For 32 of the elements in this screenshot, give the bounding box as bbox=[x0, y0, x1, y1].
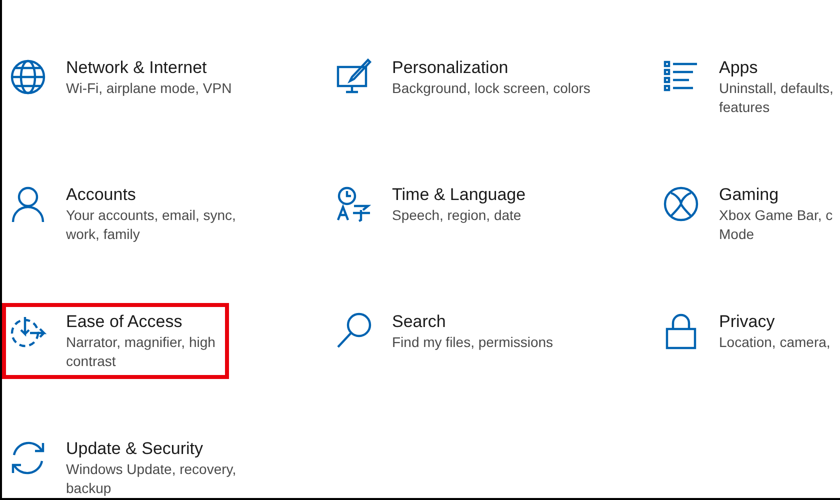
tile-title: Accounts bbox=[66, 184, 137, 206]
tile-description: Background, lock screen, colors bbox=[392, 79, 590, 98]
globe-icon bbox=[8, 57, 48, 97]
tile-title: Search bbox=[392, 311, 447, 333]
tile-description: Your accounts, email, sync, work, family bbox=[66, 206, 236, 244]
settings-tile[interactable]: Apps Uninstall, defaults, features bbox=[655, 49, 840, 125]
tile-description: Wi-Fi, airplane mode, VPN bbox=[66, 79, 232, 98]
settings-tile[interactable]: Network & Internet Wi-Fi, airplane mode, VPN bbox=[2, 49, 246, 106]
tile-description: Uninstall, defaults, features bbox=[719, 79, 834, 117]
tile-description: Xbox Game Bar, c Mode bbox=[719, 206, 833, 244]
tile-description: Narrator, magnifier, high contrast bbox=[66, 333, 216, 371]
tile-title: Ease of Access bbox=[66, 311, 184, 333]
settings-tile[interactable]: Time & Language Speech, region, date bbox=[328, 176, 540, 233]
settings-tile[interactable]: Gaming Xbox Game Bar, c Mode bbox=[655, 176, 840, 252]
tile-description: Location, camera, bbox=[719, 333, 830, 352]
tile-title: Personalization bbox=[392, 57, 510, 79]
settings-tile[interactable]: Search Find my files, permissions bbox=[328, 303, 568, 360]
tile-description: Windows Update, recovery, backup bbox=[66, 460, 236, 498]
tile-title: Apps bbox=[719, 57, 759, 79]
tile-description: Find my files, permissions bbox=[392, 333, 554, 352]
circle-x-icon bbox=[661, 184, 701, 224]
tile-title: Update & Security bbox=[66, 438, 204, 460]
settings-tile[interactable]: Personalization Background, lock screen, colors bbox=[328, 49, 604, 106]
tile-description: Speech, region, date bbox=[392, 206, 522, 225]
tile-title: Time & Language bbox=[392, 184, 526, 206]
tile-title: Network & Internet bbox=[66, 57, 208, 79]
settings-tile[interactable]: Update & Security Windows Update, recovery, backup bbox=[2, 430, 250, 498]
settings-tile[interactable]: Privacy Location, camera, bbox=[655, 303, 840, 360]
tile-title: Privacy bbox=[719, 311, 776, 333]
settings-tile[interactable]: Accounts Your accounts, email, sync, work, family bbox=[2, 176, 250, 252]
settings-tile[interactable]: Ease of Access Narrator, magnifier, high contrast bbox=[2, 303, 230, 379]
tile-title: Gaming bbox=[719, 184, 780, 206]
